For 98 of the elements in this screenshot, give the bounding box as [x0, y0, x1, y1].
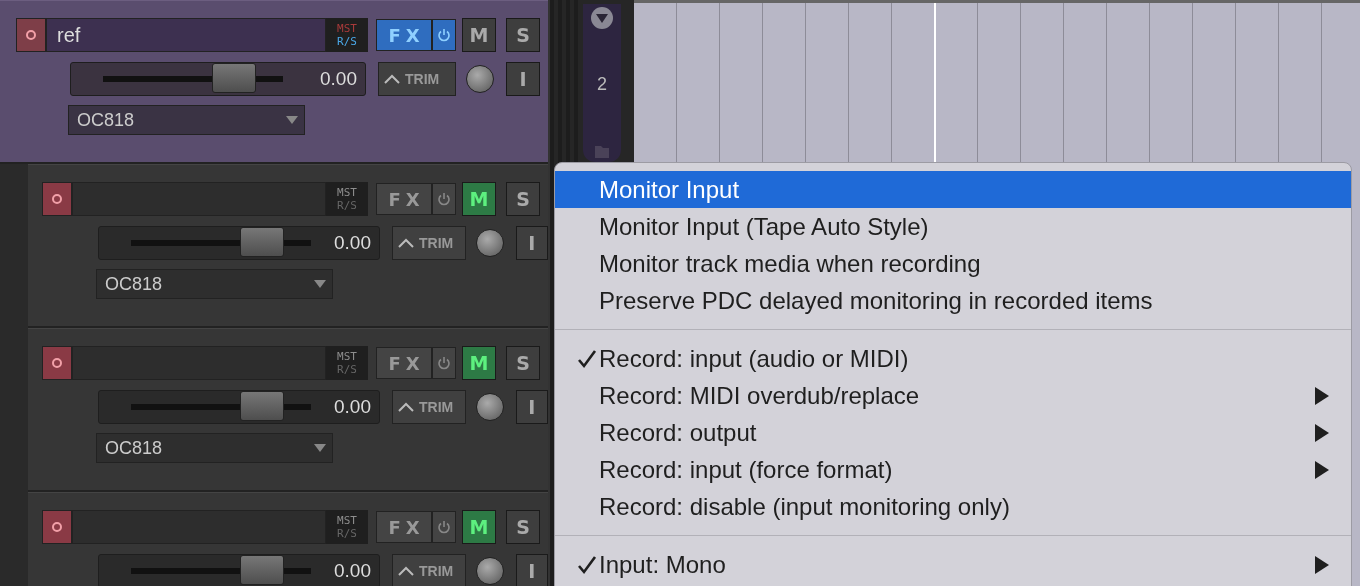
menu-item[interactable]: Record: input (force format)	[555, 451, 1351, 488]
record-icon	[51, 193, 63, 205]
record-arm-button[interactable]	[42, 182, 72, 216]
record-icon	[51, 521, 63, 533]
menu-item[interactable]: Record: input (audio or MIDI)	[555, 340, 1351, 377]
folder-number: 2	[597, 74, 607, 95]
route-button[interactable]: MST R/S	[326, 182, 368, 216]
track-name-field[interactable]: ref	[46, 18, 326, 52]
pan-knob[interactable]	[466, 65, 494, 93]
dropdown-arrow-icon	[286, 116, 298, 124]
fader-thumb[interactable]	[212, 63, 257, 93]
fader-thumb[interactable]	[240, 555, 285, 585]
fx-bypass-button[interactable]	[432, 347, 456, 379]
input-button[interactable]: I	[515, 554, 548, 586]
volume-value: 0.00	[334, 396, 371, 418]
menu-item[interactable]: Input: Mono	[555, 546, 1351, 583]
envelope-icon	[383, 73, 401, 85]
volume-value: 0.00	[334, 232, 371, 254]
envelope-icon	[396, 237, 415, 249]
envelope-icon	[396, 565, 415, 577]
record-arm-button[interactable]	[42, 346, 72, 380]
fader-thumb[interactable]	[240, 391, 285, 421]
route-label: R/S	[337, 199, 357, 212]
track-panel[interactable]: MST R/S FX M S 0.00 TRIM I OC818	[28, 164, 548, 328]
checkmark-icon	[577, 554, 597, 575]
folder-icon	[595, 146, 609, 158]
volume-fader[interactable]: 0.00	[98, 390, 380, 424]
mute-button[interactable]: M	[462, 346, 496, 380]
route-button[interactable]: MST R/S	[326, 18, 368, 52]
volume-fader[interactable]: 0.00	[98, 554, 380, 586]
fx-button[interactable]: FX	[376, 183, 432, 215]
master-send-label: MST	[337, 350, 357, 363]
track-panel[interactable]: MST R/S FX M S 0.00 TRIM I OC818	[28, 328, 548, 492]
fx-button[interactable]: FX	[376, 347, 432, 379]
power-icon	[437, 520, 451, 534]
pan-knob[interactable]	[475, 557, 504, 585]
route-button[interactable]: MST R/S	[326, 510, 368, 544]
envelope-icon	[396, 401, 415, 413]
master-send-label: MST	[337, 186, 357, 199]
mute-button[interactable]: M	[462, 182, 496, 216]
track-panel[interactable]: MST R/S FX M S 0.00 TRIM I	[28, 492, 548, 586]
submenu-arrow-icon	[1315, 386, 1329, 405]
fx-bypass-button[interactable]	[432, 19, 456, 51]
submenu-arrow-icon	[1315, 423, 1329, 442]
fader-thumb[interactable]	[240, 227, 285, 257]
menu-item[interactable]: Record: disable (input monitoring only)	[555, 488, 1351, 525]
fx-bypass-button[interactable]	[432, 511, 456, 543]
power-icon	[437, 28, 451, 42]
trim-button[interactable]: TRIM	[391, 226, 466, 260]
route-label: R/S	[337, 363, 357, 376]
power-icon	[437, 192, 451, 206]
volume-value: 0.00	[320, 68, 357, 90]
solo-button[interactable]: S	[506, 346, 540, 380]
menu-item[interactable]: Record: MIDI overdub/replace	[555, 377, 1351, 414]
route-button[interactable]: MST R/S	[326, 346, 368, 380]
input-button[interactable]: I	[515, 226, 548, 260]
input-dropdown[interactable]: OC818	[68, 105, 305, 135]
mute-button[interactable]: M	[462, 510, 496, 544]
input-button[interactable]: I	[506, 62, 540, 96]
mute-button[interactable]: M	[462, 18, 496, 52]
solo-button[interactable]: S	[506, 182, 540, 216]
menu-item[interactable]: Monitor track media when recording	[555, 245, 1351, 282]
trim-button[interactable]: TRIM	[378, 62, 456, 96]
volume-value: 0.00	[334, 560, 371, 582]
input-button[interactable]: I	[515, 390, 548, 424]
fx-bypass-button[interactable]	[432, 183, 456, 215]
submenu-arrow-icon	[1315, 555, 1329, 574]
dropdown-arrow-icon	[314, 444, 326, 452]
checkmark-icon	[577, 348, 597, 369]
record-arm-button[interactable]	[42, 510, 72, 544]
submenu-arrow-icon	[1315, 460, 1329, 479]
folder-track-tab[interactable]: 2	[583, 4, 621, 162]
volume-fader[interactable]: 0.00	[70, 62, 366, 96]
record-icon	[25, 29, 37, 41]
input-dropdown[interactable]: OC818	[96, 433, 333, 463]
master-send-label: MST	[337, 22, 357, 35]
trim-button[interactable]: TRIM	[391, 554, 466, 586]
menu-item[interactable]: Monitor Input	[555, 171, 1351, 208]
menu-item[interactable]: Monitor Input (Tape Auto Style)	[555, 208, 1351, 245]
fx-button[interactable]: FX	[376, 19, 432, 51]
input-dropdown[interactable]: OC818	[96, 269, 333, 299]
power-icon	[437, 356, 451, 370]
trim-button[interactable]: TRIM	[391, 390, 466, 424]
solo-button[interactable]: S	[506, 18, 540, 52]
volume-fader[interactable]: 0.00	[98, 226, 380, 260]
master-send-label: MST	[337, 514, 357, 527]
pan-knob[interactable]	[475, 229, 504, 257]
pan-knob[interactable]	[475, 393, 504, 421]
record-icon	[51, 357, 63, 369]
solo-button[interactable]: S	[506, 510, 540, 544]
track-panel[interactable]: ref MST R/S FX M S 0.00 TRIM I OC818	[0, 0, 548, 164]
menu-item[interactable]: Preserve PDC delayed monitoring in recorded items	[555, 282, 1351, 319]
dropdown-arrow-icon	[314, 280, 326, 288]
fx-button[interactable]: FX	[376, 511, 432, 543]
route-label: R/S	[337, 35, 357, 48]
route-label: R/S	[337, 527, 357, 540]
menu-item[interactable]: Record: output	[555, 414, 1351, 451]
record-arm-button[interactable]	[16, 18, 46, 52]
